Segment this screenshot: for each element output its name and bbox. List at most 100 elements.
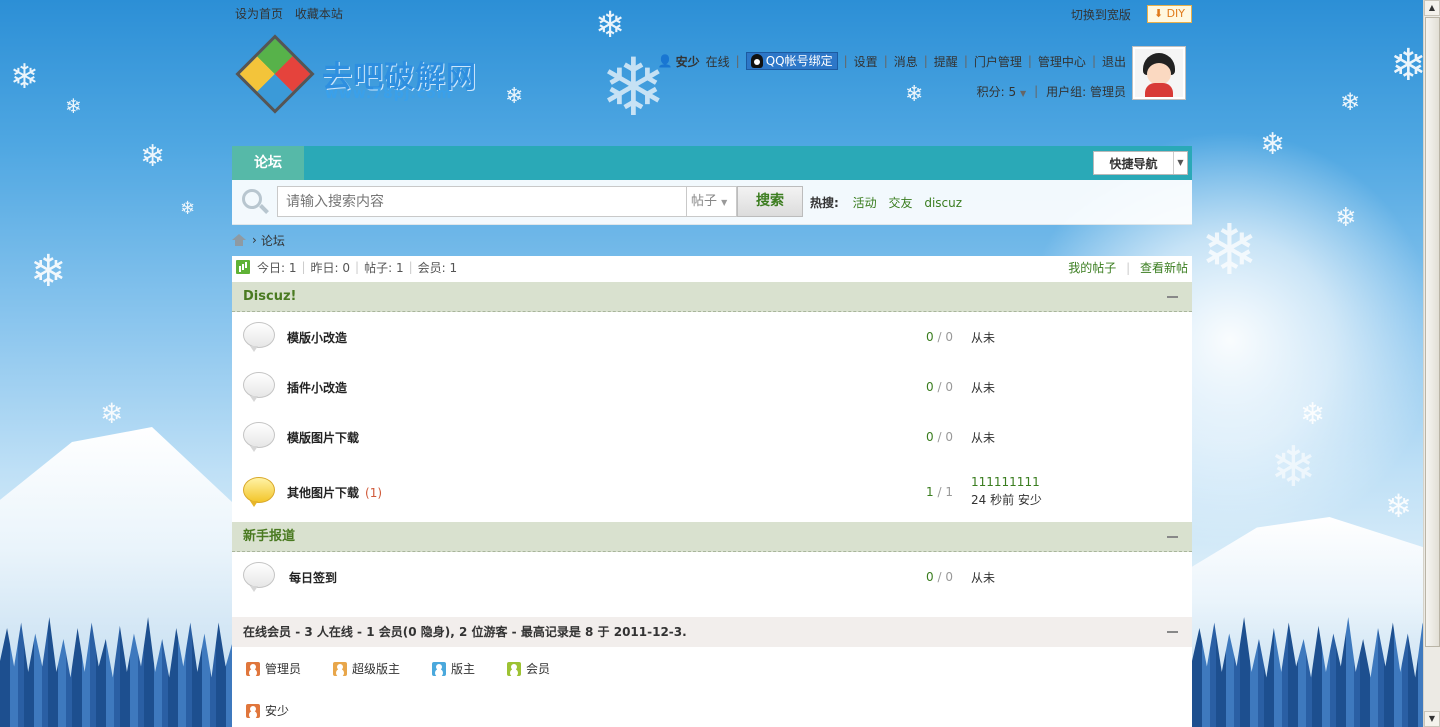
category-header[interactable]: 新手报道 bbox=[232, 522, 1192, 552]
settings-link[interactable]: 设置 bbox=[854, 53, 878, 70]
snowflake-icon: ❄ bbox=[140, 139, 166, 174]
legend-label: 管理员 bbox=[265, 662, 302, 676]
forum-name-text: 其他图片下载 bbox=[287, 486, 360, 500]
stat-today: 今日: 1 bbox=[257, 260, 297, 275]
qq-bind-label: QQ帐号绑定 bbox=[765, 54, 833, 68]
breadcrumb-current[interactable]: 论坛 bbox=[261, 232, 285, 249]
nav-tab-forum[interactable]: 论坛 bbox=[232, 146, 304, 180]
admin-center-link[interactable]: 管理中心 bbox=[1038, 53, 1086, 70]
chevron-down-icon: ▼ bbox=[1019, 88, 1027, 98]
collapse-icon[interactable] bbox=[1167, 536, 1178, 538]
qq-penguin-icon bbox=[750, 54, 763, 68]
forum-row[interactable]: 每日签到 0 / 0 从未 bbox=[232, 552, 1192, 602]
avatar-image bbox=[1135, 49, 1183, 97]
forum-last-post: 111111111 24 秒前 安少 bbox=[971, 475, 1042, 508]
forum-name-text: 插件小改造 bbox=[287, 381, 348, 395]
portal-admin-link[interactable]: 门户管理 bbox=[974, 53, 1022, 70]
down-arrow-icon: ⬇ bbox=[1153, 7, 1164, 20]
diy-label: DIY bbox=[1166, 7, 1185, 20]
forum-name[interactable]: 模版小改造 bbox=[287, 329, 347, 346]
member-user-icon bbox=[507, 661, 522, 676]
qq-bind-button[interactable]: QQ帐号绑定 bbox=[745, 52, 838, 70]
legend-label: 超级版主 bbox=[352, 662, 401, 676]
forum-new-bubble-icon bbox=[243, 477, 275, 507]
scroll-down-icon[interactable]: ▼ bbox=[1424, 711, 1440, 727]
username-link[interactable]: 安少 bbox=[676, 53, 700, 70]
new-posts-link[interactable]: 查看新帖 bbox=[1140, 261, 1188, 275]
forum-stats: 1 / 1 bbox=[926, 485, 953, 499]
forum-main: 今日: 1 | 昨日: 0 | 帖子: 1 | 会员: 1 我的帖子 | 查看新… bbox=[232, 256, 1192, 727]
thread-count: 0 bbox=[926, 380, 934, 394]
search-type-select[interactable]: 帖子 ▼ bbox=[687, 186, 737, 217]
snowflake-icon: ❄ bbox=[100, 397, 124, 430]
snowflake-icon: ❄ bbox=[1335, 203, 1357, 233]
diy-button[interactable]: ⬇ DIY bbox=[1146, 5, 1192, 23]
snowflake-icon: ❄ bbox=[1340, 88, 1361, 116]
messages-link[interactable]: 消息 bbox=[894, 53, 918, 70]
divider: | bbox=[735, 54, 740, 68]
last-post-link[interactable]: 111111111 bbox=[971, 475, 1042, 489]
legend-member: 会员 bbox=[507, 660, 550, 677]
thread-count: 0 bbox=[926, 570, 934, 584]
switch-width-link[interactable]: 切换到宽版 bbox=[1071, 6, 1131, 23]
online-status[interactable]: 在线 bbox=[706, 53, 730, 70]
my-posts-link[interactable]: 我的帖子 bbox=[1068, 261, 1116, 275]
forum-row[interactable]: 模版小改造 0 / 0 从未 bbox=[232, 312, 1192, 362]
divider: | bbox=[963, 54, 968, 68]
search-button[interactable]: 搜索 bbox=[737, 186, 803, 217]
slash: / bbox=[937, 485, 942, 499]
forum-row[interactable]: 其他图片下载 (1) 1 / 1 111111111 24 秒前 安少 bbox=[232, 467, 1192, 522]
thread-count: 0 bbox=[926, 430, 934, 444]
chart-icon bbox=[236, 260, 250, 274]
stat-posts: 帖子: 1 bbox=[364, 260, 404, 275]
forum-name[interactable]: 每日签到 bbox=[289, 569, 337, 586]
points-dropdown[interactable]: 积分: 5 ▼ bbox=[977, 83, 1026, 100]
favorite-link[interactable]: 收藏本站 bbox=[295, 7, 343, 21]
category-header[interactable]: Discuz! bbox=[232, 282, 1192, 312]
divider: | bbox=[301, 260, 306, 274]
slash: / bbox=[937, 330, 942, 344]
forum-bubble-icon bbox=[243, 422, 275, 452]
hot-search-link[interactable]: discuz bbox=[924, 196, 962, 210]
forum-name[interactable]: 其他图片下载 (1) bbox=[287, 484, 382, 501]
online-user[interactable]: 安少 bbox=[246, 702, 289, 719]
scrollbar-thumb[interactable] bbox=[1425, 17, 1440, 647]
divider: | bbox=[1034, 84, 1039, 98]
snowflake-icon: ❄ bbox=[30, 246, 67, 297]
search-input[interactable] bbox=[277, 186, 687, 217]
vertical-scrollbar[interactable]: ▲ ▼ bbox=[1423, 0, 1440, 727]
collapse-icon[interactable] bbox=[1167, 631, 1178, 633]
logout-link[interactable]: 退出 bbox=[1102, 53, 1126, 70]
forum-last-post: 从未 bbox=[971, 571, 996, 585]
avatar[interactable] bbox=[1132, 46, 1186, 100]
hot-search-link[interactable]: 交友 bbox=[888, 196, 912, 210]
forum-row[interactable]: 模版图片下载 0 / 0 从未 bbox=[232, 412, 1192, 462]
stat-yesterday: 昨日: 0 bbox=[310, 260, 351, 275]
scroll-up-icon[interactable]: ▲ bbox=[1424, 0, 1440, 16]
forum-name[interactable]: 模版图片下载 bbox=[287, 429, 359, 446]
quick-nav-button[interactable]: 快捷导航 ▼ bbox=[1093, 151, 1188, 175]
online-user-name[interactable]: 安少 bbox=[265, 702, 289, 719]
online-user-list: 安少 bbox=[246, 702, 321, 719]
breadcrumb: › 论坛 bbox=[232, 232, 285, 248]
site-logo[interactable]: 去吧破解网 www.78pj.com bbox=[235, 34, 497, 118]
notifications-link[interactable]: 提醒 bbox=[934, 53, 958, 70]
divider: | bbox=[1027, 54, 1032, 68]
snowflake-icon: ❄ bbox=[65, 94, 82, 118]
top-bar: 设为首页 收藏本站 切换到宽版 ⬇ DIY bbox=[235, 5, 1192, 23]
forum-name[interactable]: 插件小改造 bbox=[287, 379, 347, 396]
logo-diamond-icon bbox=[235, 34, 315, 114]
legend-admin: 管理员 bbox=[246, 660, 301, 677]
thread-count: 1 bbox=[926, 485, 934, 499]
home-icon[interactable] bbox=[232, 234, 246, 246]
forum-stats: 0 / 0 bbox=[926, 330, 953, 344]
forum-row[interactable]: 插件小改造 0 / 0 从未 bbox=[232, 362, 1192, 412]
points-text: 积分: 5 bbox=[976, 84, 1017, 99]
snowflake-icon: ❄ bbox=[1260, 127, 1286, 162]
collapse-icon[interactable] bbox=[1167, 296, 1178, 298]
online-members-header[interactable]: 在线会员 - 3 人在线 - 1 会员(0 隐身), 2 位游客 - 最高记录是… bbox=[232, 617, 1192, 647]
super-moderator-user-icon bbox=[333, 661, 348, 676]
set-home-link[interactable]: 设为首页 bbox=[235, 7, 283, 21]
user-group-link[interactable]: 用户组: 管理员 bbox=[1046, 83, 1126, 100]
hot-search-link[interactable]: 活动 bbox=[853, 196, 877, 210]
